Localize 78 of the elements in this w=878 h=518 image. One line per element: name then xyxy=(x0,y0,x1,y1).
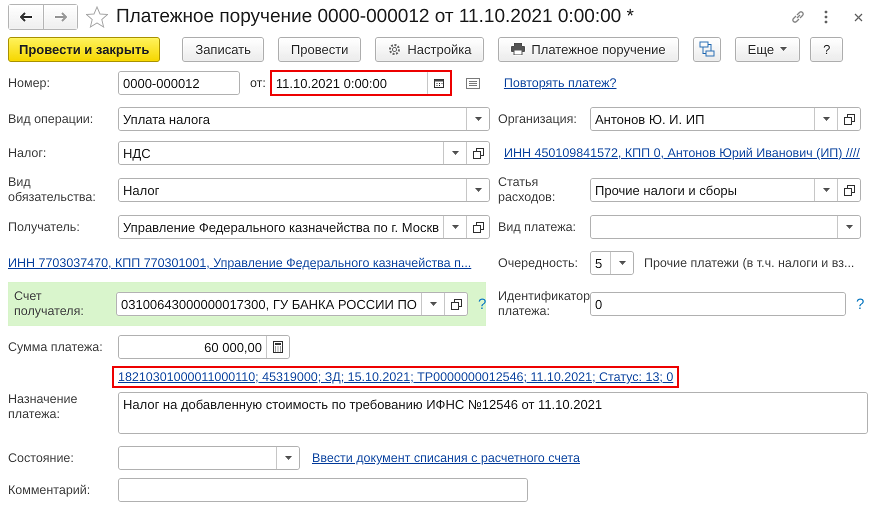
dropdown-icon xyxy=(822,117,830,121)
more-button[interactable]: Еще xyxy=(734,36,800,62)
field-label: Состояние: xyxy=(7,450,75,466)
select-field[interactable]: Налог xyxy=(118,178,490,202)
dropdown-icon xyxy=(474,117,482,121)
select-field[interactable]: Антонов Ю. И. ИП xyxy=(590,107,861,131)
select-field[interactable] xyxy=(118,446,300,470)
priority-description: Прочие платежи (в т.ч. налоги и вз... xyxy=(643,256,854,270)
field-label: от: xyxy=(249,76,267,90)
input-field[interactable]: 0 xyxy=(590,292,846,316)
dropdown-icon xyxy=(618,261,626,265)
help-link[interactable]: ? xyxy=(846,296,864,312)
field-label: Комментарий: xyxy=(7,482,92,498)
amount-field[interactable]: 60 000,00 xyxy=(118,335,290,359)
open-icon xyxy=(450,298,462,310)
open-icon xyxy=(844,184,854,196)
select-field[interactable] xyxy=(590,215,861,239)
counterparty-link[interactable]: ИНН 7703037470, КПП 770301001, Управление Федерального казначейства п... xyxy=(8,256,472,270)
field-label: Получатель: xyxy=(7,220,81,234)
purpose-field[interactable]: Налог на добавленную стоимость по требованию ИФНС №12546 от 11.10.2021 xyxy=(118,392,868,434)
select-field[interactable]: 03100643000000017300, ГУ БАНКА РОССИИ ПО xyxy=(116,292,468,316)
window-title: Платежное поручение 0000-000012 от 11.10.2021 0:00:00 * xyxy=(116,6,635,28)
field-label: Номер: xyxy=(7,76,51,90)
back-button[interactable] xyxy=(9,5,43,29)
dropdown-icon xyxy=(452,151,458,155)
select-field[interactable]: 5 xyxy=(590,251,634,275)
structure-button[interactable] xyxy=(692,36,721,62)
date-field[interactable]: 11.10.2021 0:00:00 xyxy=(270,70,452,96)
field-label: Очередность: xyxy=(497,256,579,270)
close-icon[interactable] xyxy=(854,12,862,22)
field-label: Сумма платежа: xyxy=(7,340,104,354)
calendar-icon xyxy=(434,78,444,88)
settings-icon xyxy=(388,42,402,56)
field-label: Статья расходов: xyxy=(497,175,556,205)
dropdown-icon xyxy=(846,225,852,229)
link-icon[interactable] xyxy=(790,9,806,25)
payment-details-link[interactable]: 18210301000011000110; 45319000; ЗД; 15.10.2021; ТР0000000012546; 11.10.2021; Статус: 13; 0 xyxy=(118,370,674,384)
field-label: Вид обязательства: xyxy=(7,175,97,205)
field-label: Назначение платежа: xyxy=(7,392,78,422)
dropdown-icon xyxy=(780,47,788,51)
toolbar-button[interactable]: Провести xyxy=(278,36,362,62)
post-and-close-button[interactable]: Провести и закрыть xyxy=(8,36,160,62)
field-label: Счет получателя: xyxy=(13,289,85,319)
open-icon xyxy=(472,222,484,232)
select-field[interactable]: Управление Федерального казначейства по г. Москв xyxy=(118,215,490,239)
dropdown-icon xyxy=(822,188,830,192)
printer-icon xyxy=(511,43,526,55)
field-label: Организация: xyxy=(497,112,578,126)
more-icon[interactable] xyxy=(824,10,828,24)
help-link[interactable]: ? xyxy=(468,296,486,312)
print-button[interactable]: Платежное поручение xyxy=(498,36,679,62)
dropdown-icon xyxy=(284,456,292,460)
input-field[interactable] xyxy=(118,478,528,502)
create-document-link[interactable]: Ввести документ списания с расчетного счета xyxy=(312,451,580,465)
field-label: Идентификатор платежа: xyxy=(497,289,590,319)
open-icon xyxy=(844,114,854,124)
toolbar-button[interactable]: ? xyxy=(810,36,844,62)
calculator-icon xyxy=(273,341,283,353)
structure-icon xyxy=(698,41,715,57)
open-icon xyxy=(472,148,484,158)
select-field[interactable]: Уплата налога xyxy=(118,107,490,131)
field-label: Налог: xyxy=(7,146,48,160)
dropdown-icon xyxy=(430,302,436,306)
input-field[interactable]: 0000-000012 xyxy=(118,71,240,95)
field-label: Вид платежа: xyxy=(497,220,578,234)
back-arrow-icon xyxy=(20,12,32,22)
select-field[interactable]: НДС xyxy=(118,141,490,165)
dropdown-icon xyxy=(452,225,458,229)
settings-button[interactable]: Настройка xyxy=(375,36,484,62)
toolbar-button[interactable]: Записать xyxy=(182,36,264,62)
star-icon[interactable] xyxy=(86,6,108,28)
repeat-payment-link[interactable]: Повторять платеж? xyxy=(504,76,616,90)
dropdown-icon xyxy=(474,188,482,192)
organization-link[interactable]: ИНН 450109841572, КПП 0, Антонов Юрий Иванович (ИП) //// xyxy=(504,146,860,160)
list-icon[interactable] xyxy=(466,78,480,88)
forward-arrow-icon xyxy=(54,12,66,22)
select-field[interactable]: Прочие налоги и сборы xyxy=(590,178,861,202)
field-label: Вид операции: xyxy=(7,112,94,126)
